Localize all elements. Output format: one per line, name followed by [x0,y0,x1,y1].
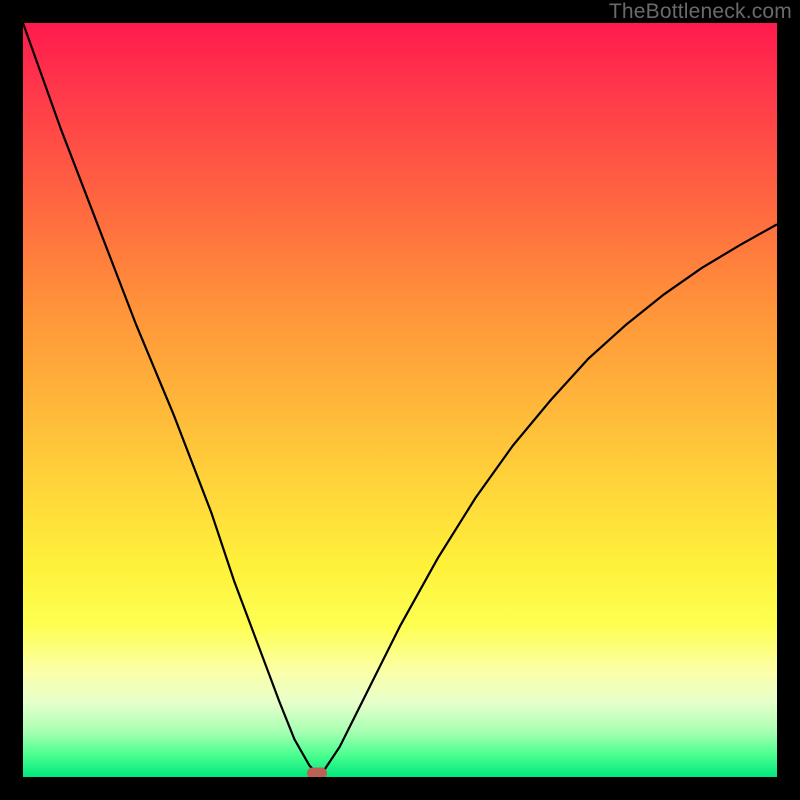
minimum-marker [307,768,327,777]
curve-svg [23,23,777,777]
chart-frame: TheBottleneck.com [0,0,800,800]
watermark-text: TheBottleneck.com [609,0,792,24]
plot-area [23,23,777,777]
bottleneck-curve [23,23,777,773]
